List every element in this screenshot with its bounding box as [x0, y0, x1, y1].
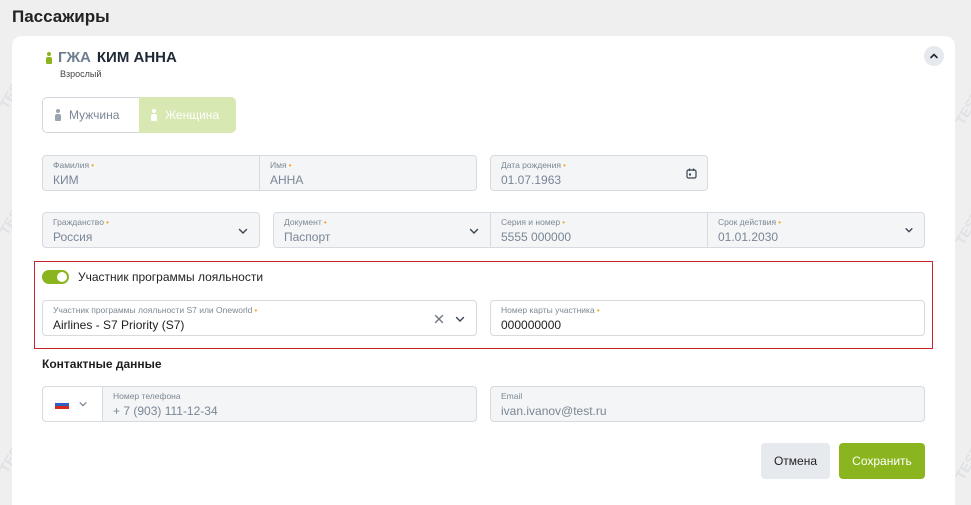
- chevron-down-icon: [455, 316, 465, 322]
- person-icon: [55, 109, 61, 121]
- passenger-last-name: ГЖА: [58, 49, 91, 66]
- passenger-first-name: КИМ АННА: [96, 49, 177, 66]
- card-number-label: Номер карты участника •: [501, 305, 600, 315]
- page-title: Пассажиры: [12, 7, 110, 26]
- calendar-icon[interactable]: [686, 168, 697, 179]
- document-select[interactable]: Документ • Паспорт: [273, 212, 491, 248]
- name-value: АННА: [270, 173, 304, 187]
- surname-field[interactable]: Фамилия • КИМ: [42, 155, 260, 191]
- birth-date-field[interactable]: Дата рождения • 01.07.1963: [490, 155, 708, 191]
- country-selector[interactable]: [43, 387, 103, 421]
- person-icon: [151, 109, 157, 121]
- validity-label: Срок действия •: [718, 217, 782, 227]
- citizenship-select[interactable]: Гражданство • Россия: [42, 212, 260, 248]
- series-number-field[interactable]: Серия и номер • 5555 000000: [490, 212, 708, 248]
- collapse-button[interactable]: [924, 46, 944, 66]
- passenger-card: ГЖА КИМ АННА Взрослый Мужчина Женщина Фа…: [12, 36, 955, 505]
- loyalty-program-value: Airlines - S7 Priority (S7): [53, 318, 185, 332]
- document-value: Паспорт: [284, 230, 331, 244]
- chevron-down-icon: [238, 228, 248, 234]
- name-label: Имя •: [270, 160, 292, 170]
- series-number-label: Серия и номер •: [501, 217, 566, 227]
- person-icon: [46, 51, 52, 64]
- email-label: Email: [501, 391, 523, 401]
- cancel-button[interactable]: Отмена: [761, 443, 830, 479]
- loyalty-toggle-label: Участник программы лояльности: [78, 270, 264, 284]
- card-number-value: 000000000: [501, 318, 562, 332]
- gender-female-label: Женщина: [165, 108, 220, 122]
- gender-male-button[interactable]: Мужчина: [42, 97, 139, 133]
- passenger-type: Взрослый: [60, 69, 102, 79]
- contacts-title: Контактные данные: [42, 357, 162, 371]
- phone-value: + 7 (903) 111-12-34: [113, 404, 218, 418]
- birth-date-label: Дата рождения •: [501, 160, 566, 170]
- gender-selector: Мужчина Женщина: [42, 97, 236, 133]
- document-label: Документ •: [284, 217, 327, 227]
- passenger-name: ГЖА КИМ АННА: [46, 49, 177, 66]
- loyalty-toggle[interactable]: [42, 270, 69, 284]
- validity-field[interactable]: Срок действия • 01.01.2030: [707, 212, 925, 248]
- series-number-value: 5555 000000: [501, 230, 572, 244]
- save-button[interactable]: Сохранить: [839, 443, 925, 479]
- loyalty-program-label: Участник программы лояльности S7 или One…: [53, 305, 258, 315]
- chevron-down-icon: [469, 228, 479, 234]
- phone-label: Номер телефона: [113, 391, 181, 401]
- chevron-up-icon: [930, 53, 938, 59]
- surname-value: КИМ: [53, 173, 79, 187]
- russia-flag-icon: [55, 400, 69, 409]
- citizenship-label: Гражданство •: [53, 217, 109, 227]
- email-field[interactable]: Email ivan.ivanov@test.ru: [490, 386, 925, 422]
- phone-field[interactable]: Номер телефона + 7 (903) 111-12-34: [42, 386, 477, 422]
- birth-date-value: 01.07.1963: [501, 173, 562, 187]
- gender-female-button[interactable]: Женщина: [139, 97, 236, 133]
- card-number-field[interactable]: Номер карты участника • 000000000: [490, 300, 925, 336]
- name-field[interactable]: Имя • АННА: [259, 155, 477, 191]
- chevron-down-icon: [905, 228, 913, 233]
- validity-value: 01.01.2030: [718, 230, 779, 244]
- citizenship-value: Россия: [53, 230, 93, 244]
- gender-male-label: Мужчина: [69, 108, 120, 122]
- chevron-down-icon: [79, 402, 87, 407]
- surname-label: Фамилия •: [53, 160, 95, 170]
- loyalty-program-select[interactable]: Участник программы лояльности S7 или One…: [42, 300, 477, 336]
- clear-icon[interactable]: [434, 314, 444, 324]
- email-value: ivan.ivanov@test.ru: [501, 404, 607, 418]
